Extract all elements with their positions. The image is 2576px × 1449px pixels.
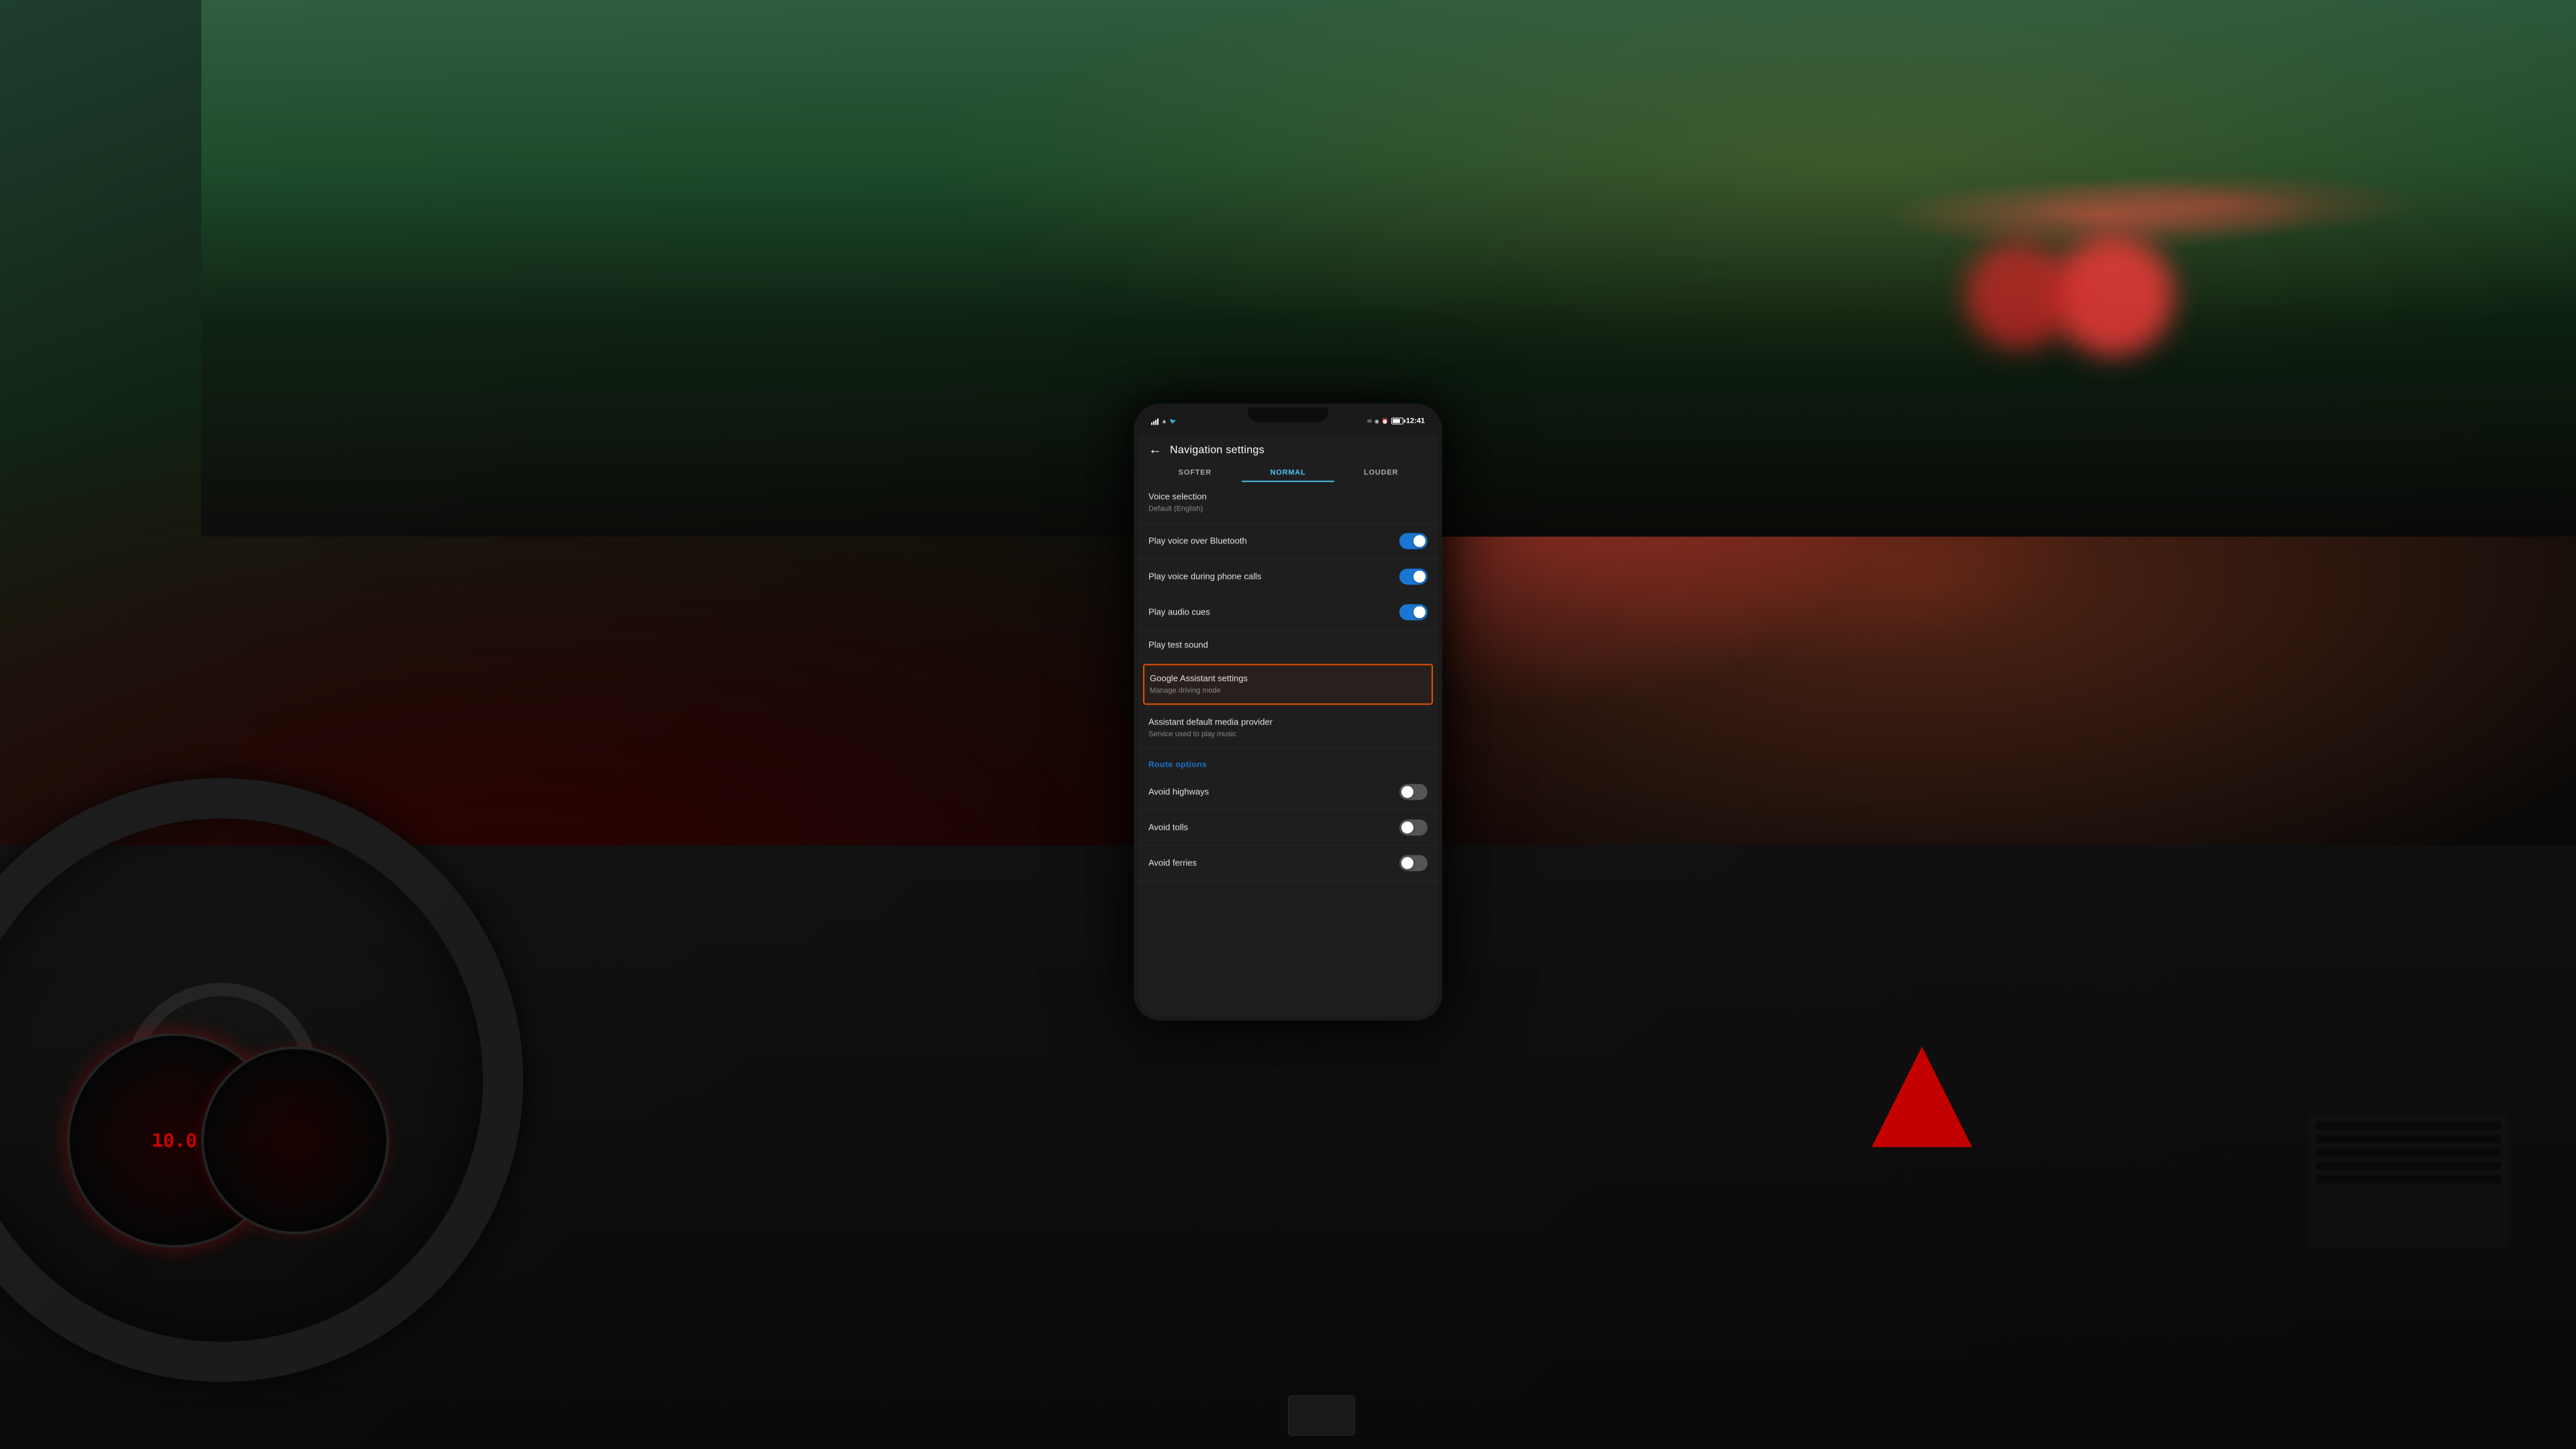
signal-bar-2 <box>1153 421 1155 425</box>
toggle-calls[interactable] <box>1399 569 1428 585</box>
setting-play-audio-cues[interactable]: Play audio cues <box>1138 595 1438 631</box>
setting-calls-text: Play voice during phone calls <box>1148 571 1399 582</box>
phone-device: ▲ 🐦 ✉ ◉ ⏰ 12:41 ← Navigation setting <box>1134 404 1442 1021</box>
setting-test-sound-text: Play test sound <box>1148 640 1428 651</box>
setting-assistant-title: Google Assistant settings <box>1150 674 1426 685</box>
setting-avoid-ferries[interactable]: Avoid ferries <box>1138 846 1438 881</box>
alarm-icon: ⏰ <box>1382 418 1389 424</box>
wifi-icon: ▲ <box>1161 418 1167 425</box>
signal-bar-3 <box>1155 420 1157 425</box>
setting-play-voice-calls[interactable]: Play voice during phone calls <box>1138 559 1438 595</box>
setting-media-subtitle: Service used to play music <box>1148 730 1428 739</box>
hazard-button[interactable] <box>1872 1046 1972 1147</box>
setting-voice-selection[interactable]: Voice selection Default (English) <box>1138 482 1438 524</box>
setting-ferries-text: Avoid ferries <box>1148 858 1399 869</box>
signal-bar-4 <box>1157 419 1159 425</box>
toggle-tolls-thumb <box>1401 822 1413 834</box>
setting-voice-selection-subtitle: Default (English) <box>1148 504 1428 513</box>
vent-grille-right <box>2308 1114 2509 1248</box>
settings-list: Voice selection Default (English) Play v… <box>1138 482 1438 1017</box>
setting-test-sound-title: Play test sound <box>1148 640 1428 651</box>
status-bar-right: ✉ ◉ ⏰ 12:41 <box>1367 417 1425 425</box>
setting-play-voice-bluetooth[interactable]: Play voice over Bluetooth <box>1138 524 1438 559</box>
setting-media-text: Assistant default media provider Service… <box>1148 717 1428 739</box>
setting-audio-cues-text: Play audio cues <box>1148 606 1399 618</box>
location-icon: ◉ <box>1375 418 1379 424</box>
setting-media-title: Assistant default media provider <box>1148 717 1428 729</box>
vent-slot <box>2316 1135 2501 1143</box>
app-header-row: ← Navigation settings <box>1148 443 1428 458</box>
setting-google-assistant[interactable]: Google Assistant settings Manage driving… <box>1143 664 1433 705</box>
toggle-calls-thumb <box>1413 571 1426 583</box>
battery-icon <box>1391 418 1403 425</box>
setting-voice-selection-title: Voice selection <box>1148 492 1428 503</box>
toggle-bluetooth[interactable] <box>1399 533 1428 549</box>
setting-audio-cues-title: Play audio cues <box>1148 606 1399 618</box>
time-display: 12:41 <box>1406 417 1425 425</box>
toggle-ferries[interactable] <box>1399 855 1428 871</box>
setting-ferries-title: Avoid ferries <box>1148 858 1399 869</box>
volume-tabs: SOFTER NORMAL LOUDER <box>1148 465 1428 482</box>
toggle-bluetooth-thumb <box>1413 535 1426 547</box>
vent-slot <box>2316 1175 2501 1183</box>
notification-icon: ✉ <box>1367 418 1372 424</box>
phone-container: ▲ 🐦 ✉ ◉ ⏰ 12:41 ← Navigation setting <box>1134 404 1442 1021</box>
toggle-highways-thumb <box>1401 786 1413 798</box>
toggle-audio-cues[interactable] <box>1399 604 1428 621</box>
setting-tolls-title: Avoid tolls <box>1148 822 1399 834</box>
phone-notch <box>1248 408 1328 423</box>
phone-screen: ▲ 🐦 ✉ ◉ ⏰ 12:41 ← Navigation setting <box>1138 408 1438 1017</box>
toggle-highways[interactable] <box>1399 784 1428 800</box>
battery-fill <box>1393 419 1400 423</box>
toggle-ferries-thumb <box>1401 857 1413 869</box>
status-bar-left: ▲ 🐦 <box>1151 417 1177 425</box>
setting-bluetooth-title: Play voice over Bluetooth <box>1148 535 1399 547</box>
road-light-red-2 <box>1966 241 2073 349</box>
tab-louder[interactable]: LOUDER <box>1334 465 1428 482</box>
setting-tolls-text: Avoid tolls <box>1148 822 1399 834</box>
rpm-gauge <box>201 1046 389 1234</box>
setting-assistant-subtitle: Manage driving mode <box>1150 686 1426 696</box>
instrument-cluster <box>67 912 537 1248</box>
signal-bar-1 <box>1151 423 1152 425</box>
tab-softer[interactable]: SOFTER <box>1148 465 1242 482</box>
back-button[interactable]: ← <box>1148 443 1162 458</box>
twitter-icon: 🐦 <box>1170 418 1177 424</box>
dash-btn-3[interactable] <box>1288 1395 1355 1436</box>
setting-play-test-sound[interactable]: Play test sound <box>1138 631 1438 661</box>
setting-calls-title: Play voice during phone calls <box>1148 571 1399 582</box>
toggle-audio-cues-thumb <box>1413 606 1426 619</box>
vent-slot <box>2316 1148 2501 1157</box>
setting-voice-selection-text: Voice selection Default (English) <box>1148 492 1428 514</box>
tab-normal[interactable]: NORMAL <box>1242 465 1335 482</box>
vent-slot <box>2316 1122 2501 1130</box>
setting-assistant-text: Google Assistant settings Manage driving… <box>1150 674 1426 696</box>
signal-icon <box>1151 417 1159 425</box>
setting-highways-title: Avoid highways <box>1148 787 1399 798</box>
setting-avoid-tolls[interactable]: Avoid tolls <box>1138 810 1438 846</box>
app-title: Navigation settings <box>1170 444 1265 456</box>
setting-bluetooth-text: Play voice over Bluetooth <box>1148 535 1399 547</box>
toggle-tolls[interactable] <box>1399 820 1428 836</box>
vent-slot <box>2316 1162 2501 1170</box>
setting-highways-text: Avoid highways <box>1148 787 1399 798</box>
setting-assistant-media[interactable]: Assistant default media provider Service… <box>1138 708 1438 749</box>
route-options-header: Route options <box>1138 749 1438 775</box>
setting-avoid-highways[interactable]: Avoid highways <box>1138 775 1438 810</box>
app-header: ← Navigation settings SOFTER NORMAL LOUD… <box>1138 435 1438 482</box>
